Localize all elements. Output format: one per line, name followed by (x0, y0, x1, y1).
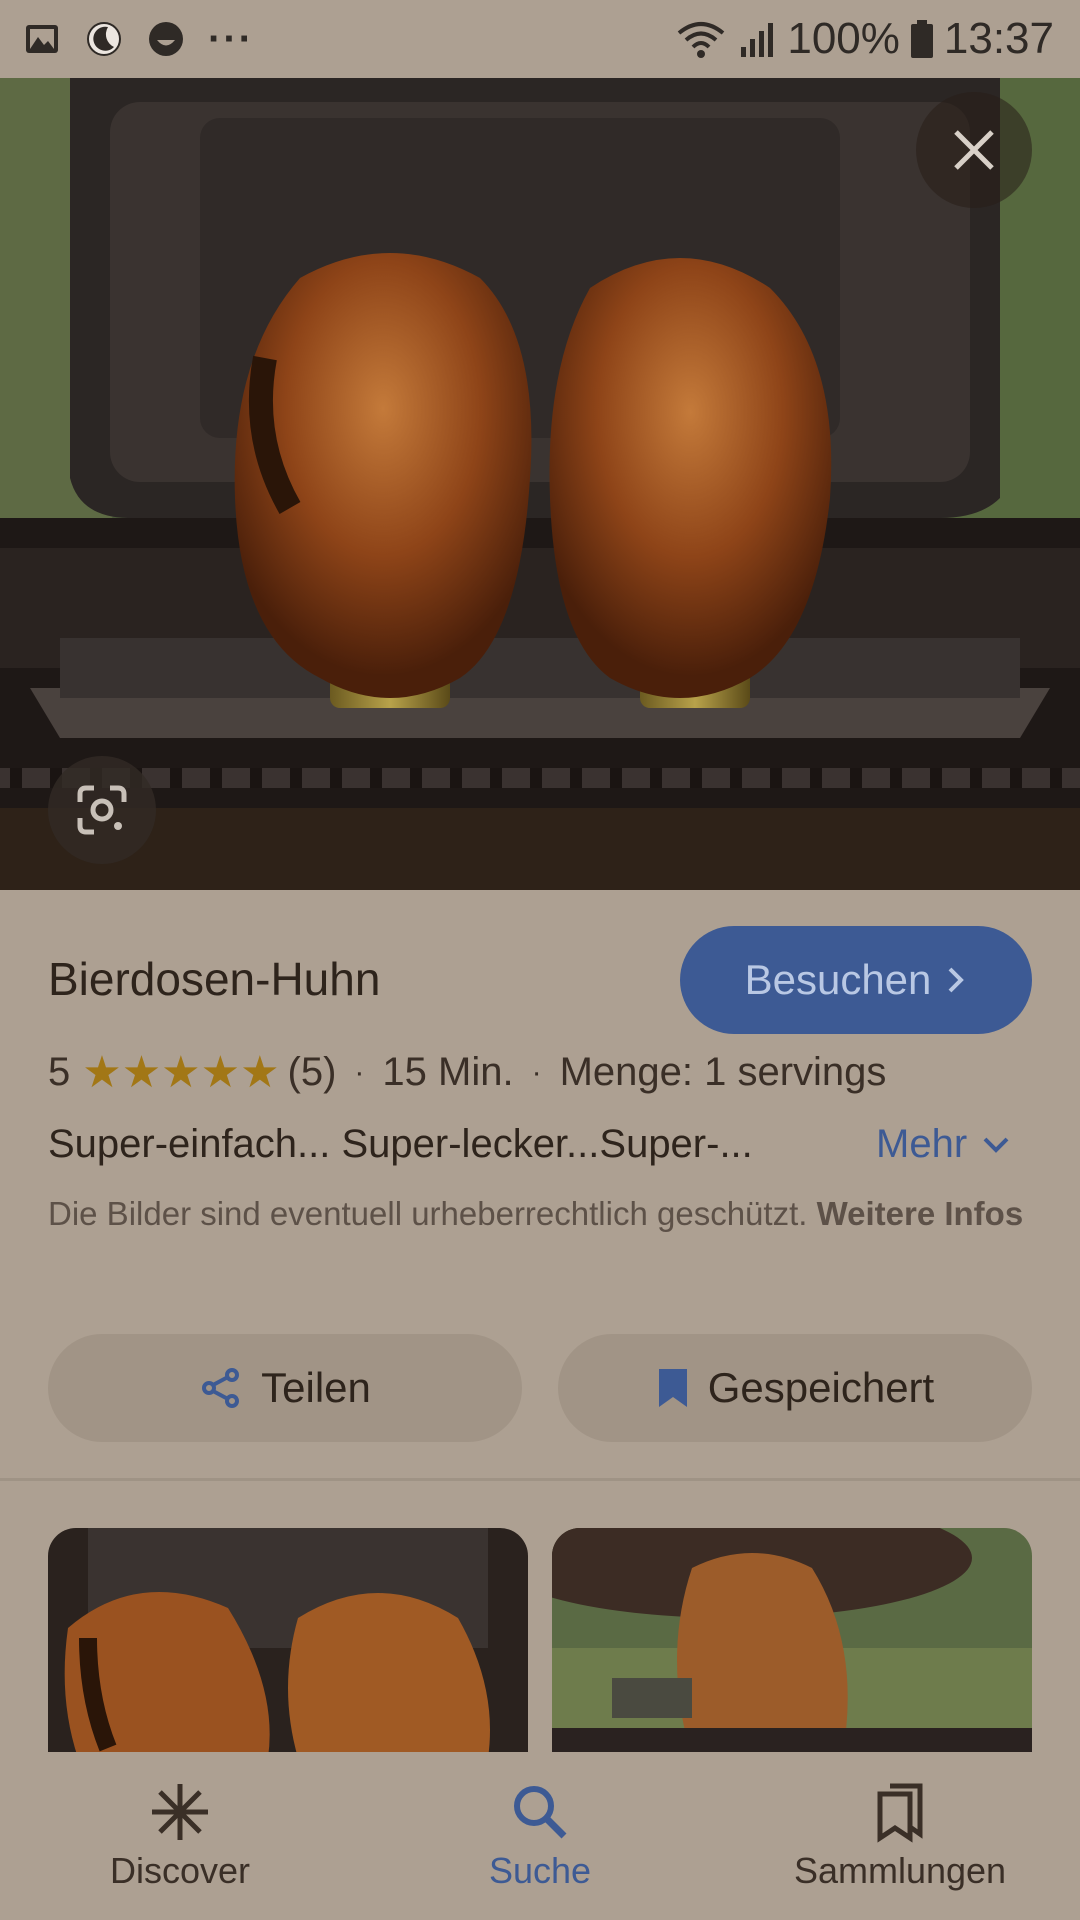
image-icon (26, 25, 58, 53)
close-icon (954, 130, 994, 170)
chicken-thumbnail-photo (552, 1528, 1032, 1758)
chicken-thumbnail-photo (48, 1528, 528, 1758)
asterisk-icon (152, 1784, 208, 1840)
visit-button-label: Besuchen (744, 956, 932, 1003)
copyright-text: Die Bilder sind eventuell urheberrechtli… (48, 1195, 808, 1232)
recipe-meta: 5 ★ ★ ★ ★ ★ (5) · 15 Min. · Menge: 1 ser… (48, 1050, 886, 1095)
battery-percent: 100% (787, 14, 900, 63)
nav-collections[interactable]: Sammlungen (720, 1752, 1080, 1920)
search-icon (514, 1786, 567, 1839)
servings: Menge: 1 servings (559, 1050, 887, 1094)
close-button[interactable] (916, 92, 1032, 208)
more-button-label: Mehr (876, 1122, 968, 1166)
nav-discover[interactable]: Discover (0, 1752, 360, 1920)
more-button[interactable]: Mehr (876, 1122, 1011, 1167)
recipe-title: Bierdosen-Huhn (48, 953, 381, 1005)
nav-search-label: Suche (488, 1850, 592, 1891)
rating-value: 5 (48, 1050, 71, 1094)
cook-time: 15 Min. (382, 1050, 514, 1094)
lens-icon (77, 785, 127, 835)
lens-search-button[interactable] (48, 756, 156, 864)
wifi-icon (678, 22, 725, 58)
share-icon (202, 1368, 240, 1408)
battery-icon (910, 20, 933, 58)
nav-search[interactable]: Suche (360, 1752, 720, 1920)
rating-count: (5) (287, 1050, 337, 1094)
clock: 13:37 (943, 14, 1054, 63)
saved-button-label: Gespeichert (707, 1364, 935, 1411)
chevron-down-icon (983, 1137, 1009, 1153)
more-dots-icon: ··· (208, 16, 254, 61)
nav-collections-label: Sammlungen (793, 1850, 1007, 1891)
nav-discover-label: Discover (109, 1850, 251, 1891)
moon-icon (87, 22, 121, 56)
bottom-navigation: Discover Suche Sammlungen (0, 1752, 1080, 1920)
star-icon: ★ (161, 1047, 201, 1097)
smiley-icon (149, 22, 183, 56)
saved-button[interactable]: Gespeichert (558, 1334, 1032, 1442)
bookmark-icon (658, 1369, 687, 1407)
recipe-hero-image[interactable] (0, 78, 1080, 890)
related-image-thumbnail[interactable] (552, 1528, 1032, 1758)
visit-button[interactable]: Besuchen (680, 926, 1032, 1034)
signal-icon (741, 23, 774, 57)
separator-dot: · (354, 1055, 365, 1089)
star-icon: ★ (121, 1047, 162, 1097)
beer-can-chicken-photo (0, 78, 1080, 890)
collections-icon (877, 1783, 923, 1843)
recipe-description: Super-einfach... Super-lecker...Super-..… (48, 1122, 753, 1166)
separator-dot: · (531, 1055, 542, 1089)
star-icon: ★ (200, 1047, 241, 1097)
star-icon: ★ (82, 1047, 122, 1097)
copyright-notice: Die Bilder sind eventuell urheberrechtli… (48, 1190, 1028, 1238)
share-button[interactable]: Teilen (48, 1334, 522, 1442)
rating-stars: ★ ★ ★ ★ ★ (82, 1047, 280, 1097)
status-bar: ··· 100% 13:37 (0, 0, 1080, 78)
share-button-label: Teilen (261, 1364, 371, 1411)
divider (0, 1478, 1080, 1481)
star-icon: ★ (240, 1047, 280, 1097)
related-image-thumbnail[interactable] (48, 1528, 528, 1758)
more-info-link[interactable]: Weitere Infos (817, 1195, 1024, 1232)
chevron-right-icon (948, 967, 965, 993)
